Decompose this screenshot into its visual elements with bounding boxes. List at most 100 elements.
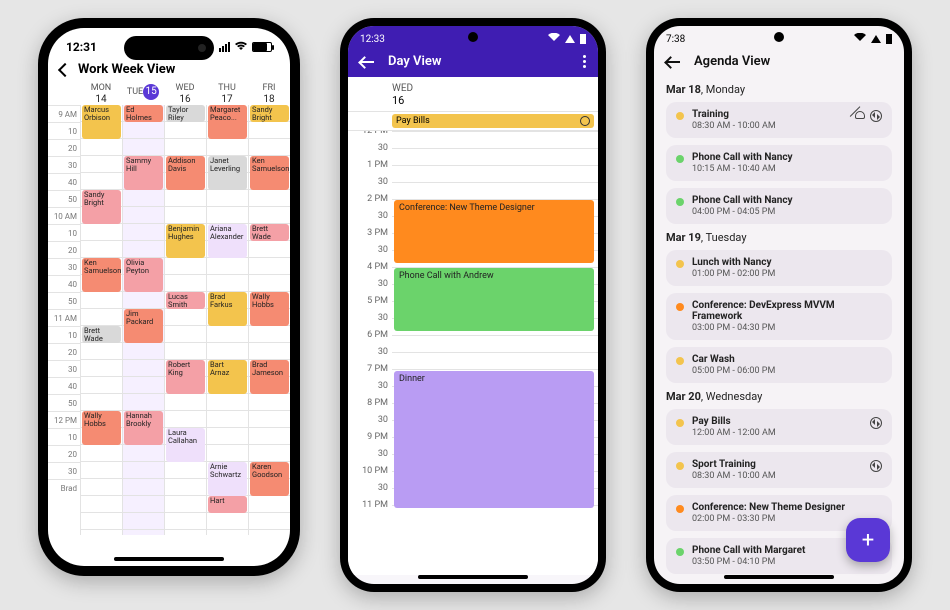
- calendar-event[interactable]: Olivia Peyton: [124, 258, 163, 292]
- ios-nav-header: Work Week View: [48, 58, 290, 83]
- calendar-event[interactable]: Laura Callahan: [166, 428, 205, 462]
- calendar-event[interactable]: Taylor Riley: [166, 105, 205, 122]
- category-dot: [676, 155, 684, 163]
- android-time: 7:38: [666, 34, 685, 45]
- agenda-item[interactable]: Lunch with Nancy01:00 PM - 02:00 PM: [666, 250, 892, 286]
- category-dot: [676, 419, 684, 427]
- loop-icon: [870, 460, 882, 472]
- home-indicator[interactable]: [418, 575, 528, 579]
- calendar-event[interactable]: Brad Jameson: [250, 360, 289, 394]
- calendar-event[interactable]: Ken Samuelson: [82, 258, 121, 292]
- week-col-1[interactable]: Ed Holmes Sammy Hill Olivia Peyton Jim Pack…: [122, 105, 164, 535]
- calendar-event[interactable]: Brett Wade: [250, 224, 289, 241]
- calendar-event[interactable]: Brad Farkus: [208, 292, 247, 326]
- back-icon[interactable]: [58, 62, 72, 76]
- agenda-item[interactable]: Sport Training08:30 AM - 10:00 AM: [666, 452, 892, 488]
- calendar-event[interactable]: Brett Wade: [82, 326, 121, 343]
- android-day-frame: 12:33 Day View WED 16: [340, 18, 606, 592]
- calendar-event[interactable]: Hannah Brookly: [124, 411, 163, 445]
- camera-punch: [468, 32, 478, 42]
- fab-add-button[interactable]: +: [846, 518, 890, 562]
- agenda-day-header: Mar 18, Monday: [666, 83, 892, 96]
- battery-icon: [252, 42, 272, 52]
- calendar-event[interactable]: Ken Samuelson: [250, 156, 289, 190]
- calendar-event[interactable]: Sandy Bright: [82, 190, 121, 224]
- calendar-event[interactable]: Addison Davis: [166, 156, 205, 190]
- calendar-event[interactable]: Lucas Smith: [166, 292, 205, 309]
- week-col-3[interactable]: Margaret Peaco... Janet Leverling Ariana A…: [206, 105, 248, 535]
- calendar-event[interactable]: Marcus Orbison: [82, 105, 121, 139]
- calendar-event[interactable]: Sammy Hill: [124, 156, 163, 190]
- category-dot: [676, 462, 684, 470]
- wifi-icon: [548, 33, 560, 45]
- android-agenda-frame: 7:38 Agenda View Mar 18, Monday Training0…: [646, 18, 912, 592]
- week-col-2[interactable]: Taylor Riley Addison Davis Benjamin Hughes…: [164, 105, 206, 535]
- category-dot: [676, 260, 684, 268]
- category-dot: [676, 303, 684, 311]
- cellular-icon: [565, 35, 575, 43]
- back-icon[interactable]: [666, 61, 680, 63]
- day-number: 16: [392, 94, 404, 107]
- home-indicator[interactable]: [114, 557, 224, 561]
- calendar-event[interactable]: Karen Goodson: [250, 462, 289, 496]
- agenda-day-header: Mar 19, Tuesday: [666, 231, 892, 244]
- calendar-event[interactable]: Bart Arnaz: [208, 360, 247, 394]
- calendar-event[interactable]: Janet Leverling: [208, 156, 247, 190]
- weekday-thu[interactable]: THU17: [206, 83, 248, 105]
- agenda-list[interactable]: Mar 18, Monday Training08:30 AM - 10:00 A…: [654, 77, 904, 575]
- weekday-fri[interactable]: FRI18: [248, 83, 290, 105]
- calendar-event[interactable]: Robert King: [166, 360, 205, 394]
- overflow-menu-icon[interactable]: [583, 55, 586, 68]
- back-icon[interactable]: [360, 61, 374, 63]
- category-dot: [676, 112, 684, 120]
- allday-row[interactable]: Pay Bills: [348, 112, 598, 131]
- cellular-icon: [871, 35, 881, 43]
- calendar-event[interactable]: Benjamin Hughes: [166, 224, 205, 258]
- bell-icon: [854, 110, 866, 122]
- agenda-nav-header: Agenda View: [654, 48, 904, 77]
- week-grid[interactable]: 9 AM102030405010 AM102030405011 AM102030…: [48, 105, 290, 535]
- plus-icon: +: [862, 528, 874, 553]
- dow-label: WED: [392, 83, 413, 94]
- day-grid[interactable]: 12 PM301 PM302 PM303 PM304 PM305 PM306 P…: [348, 131, 598, 575]
- weekday-mon[interactable]: MON14: [80, 83, 122, 105]
- iphone-frame: 12:31 Work Week View MON14TUE15WED16THU1…: [38, 18, 300, 576]
- agenda-item[interactable]: Conference: DevExpress MVVM Framework03:…: [666, 293, 892, 340]
- agenda-item[interactable]: Car Wash05:00 PM - 06:00 PM: [666, 347, 892, 383]
- week-col-4[interactable]: Sandy Bright Ken Samuelson Brett Wade Wally…: [248, 105, 290, 535]
- calendar-event[interactable]: Phone Call with Andrew: [394, 268, 594, 331]
- calendar-event[interactable]: Ariana Alexander: [208, 224, 247, 258]
- calendar-event[interactable]: Hart: [208, 496, 247, 513]
- calendar-event[interactable]: Wally Hobbs: [82, 411, 121, 445]
- calendar-event[interactable]: Ed Holmes: [124, 105, 163, 122]
- agenda-item[interactable]: Training08:30 AM - 10:00 AM: [666, 102, 892, 138]
- allday-event[interactable]: Pay Bills: [392, 114, 594, 128]
- agenda-item[interactable]: Phone Call with Nancy10:15 AM - 10:40 AM: [666, 145, 892, 181]
- weekday-tue[interactable]: TUE15: [122, 83, 164, 105]
- category-dot: [676, 548, 684, 556]
- calendar-event[interactable]: Arnie Schwartz: [208, 462, 247, 496]
- day-nav-header: Day View: [348, 48, 598, 77]
- agenda-item[interactable]: Pay Bills12:00 AM - 12:00 AM: [666, 409, 892, 445]
- calendar-event[interactable]: Conference: New Theme Designer: [394, 200, 594, 263]
- agenda-item[interactable]: Phone Call with Nancy04:00 PM - 04:05 PM: [666, 188, 892, 224]
- time-gutter: 12 PM301 PM302 PM303 PM304 PM305 PM306 P…: [348, 131, 392, 575]
- week-columns[interactable]: Marcus Orbison Sandy Bright Ken Samuelson B…: [80, 105, 290, 535]
- day-column-header: WED 16: [348, 77, 598, 112]
- category-dot: [676, 357, 684, 365]
- recurrence-icon: [580, 116, 590, 126]
- battery-icon: [580, 34, 586, 44]
- category-dot: [676, 198, 684, 206]
- home-indicator[interactable]: [724, 575, 834, 579]
- calendar-event[interactable]: Wally Hobbs: [250, 292, 289, 326]
- battery-icon: [886, 34, 892, 44]
- wifi-icon: [234, 40, 248, 54]
- week-col-0[interactable]: Marcus Orbison Sandy Bright Ken Samuelson B…: [80, 105, 122, 535]
- calendar-event[interactable]: Dinner: [394, 371, 594, 508]
- calendar-event[interactable]: Margaret Peaco...: [208, 105, 247, 139]
- weekday-wed[interactable]: WED16: [164, 83, 206, 105]
- iphone-notch: [124, 36, 214, 60]
- camera-punch: [774, 32, 784, 42]
- calendar-event[interactable]: Jim Packard: [124, 309, 163, 343]
- calendar-event[interactable]: Sandy Bright: [250, 105, 289, 122]
